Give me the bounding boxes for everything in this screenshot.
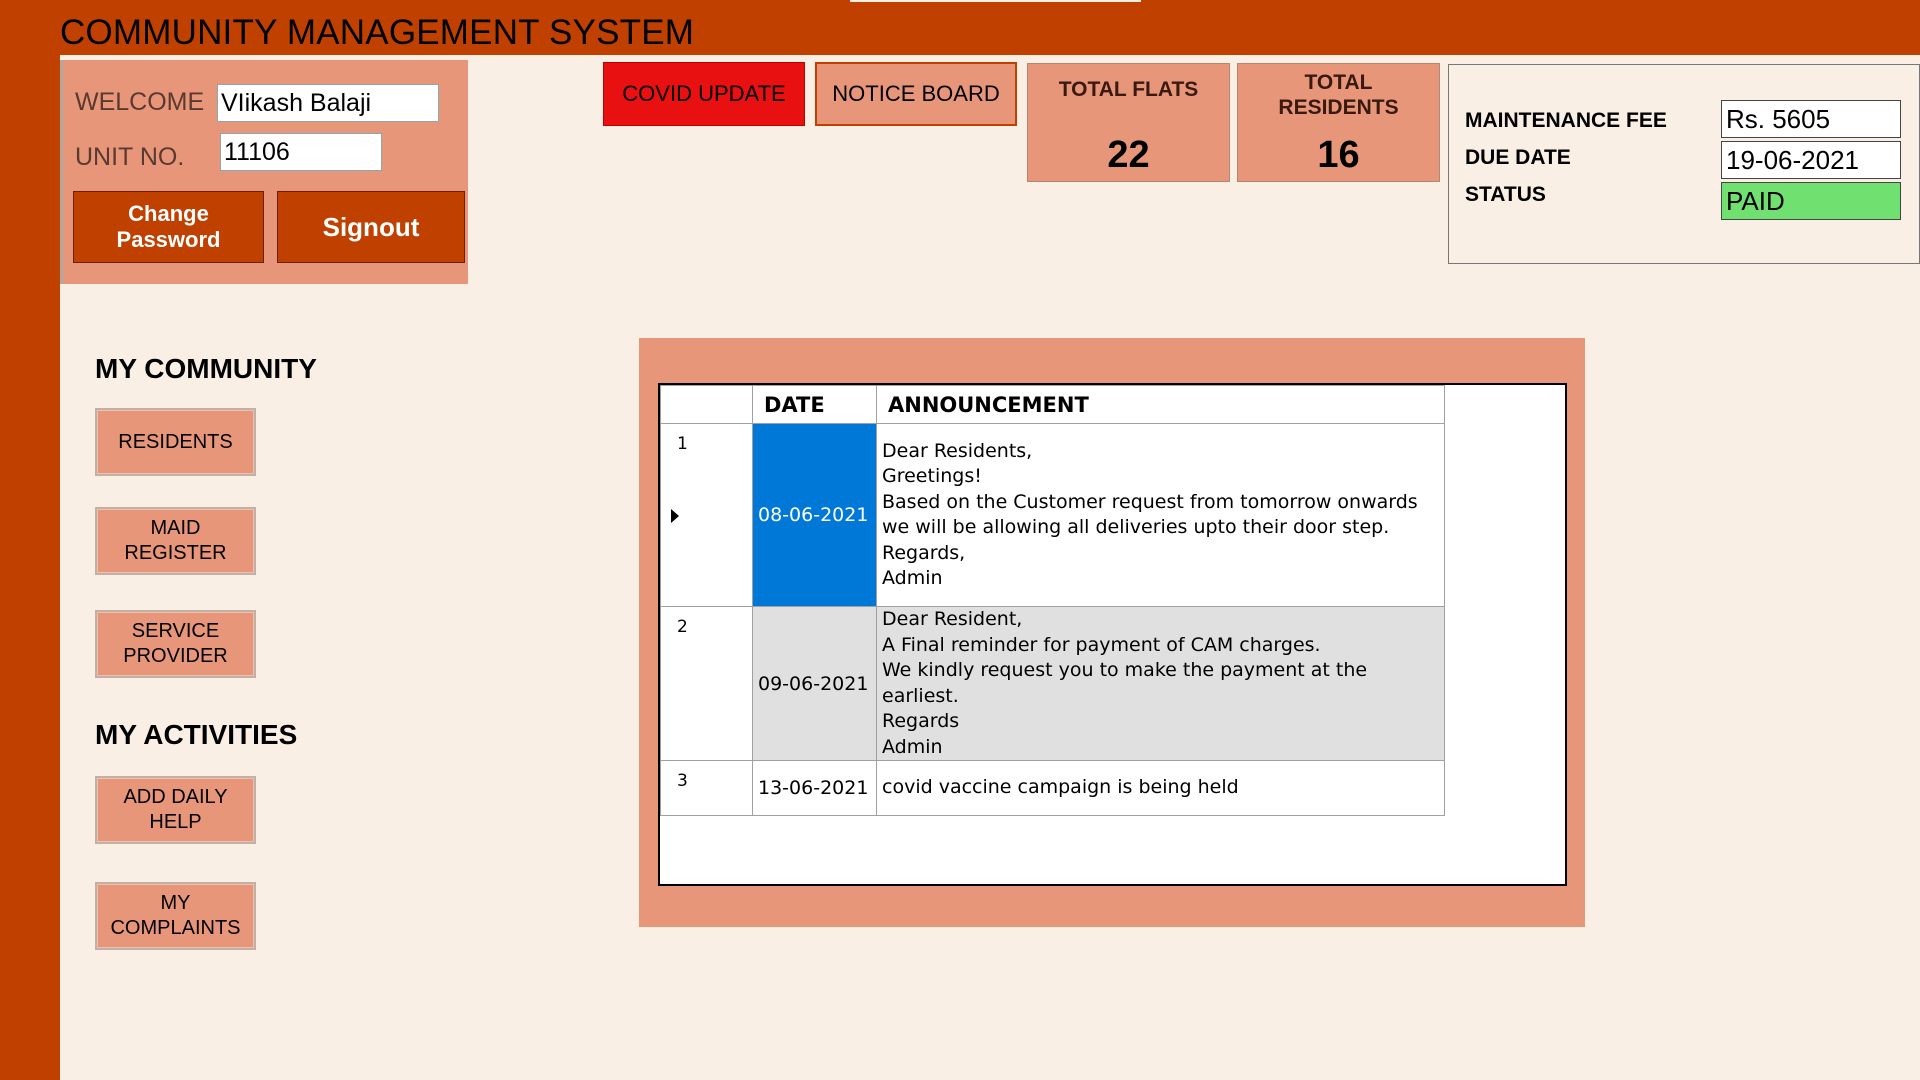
covid-update-button[interactable]: COVID UPDATE: [603, 62, 805, 126]
maintenance-fee-panel: MAINTENANCE FEE Rs. 5605 DUE DATE 19-06-…: [1448, 64, 1920, 264]
maintenance-fee-value: Rs. 5605: [1721, 100, 1901, 138]
column-header-announcement[interactable]: ANNOUNCEMENT: [876, 385, 1445, 424]
title-strip: [850, 0, 1141, 2]
date-cell[interactable]: 09-06-2021: [752, 606, 877, 761]
my-activities-heading: MY ACTIVITIES: [95, 719, 298, 750]
date-cell-selected[interactable]: 08-06-2021: [752, 423, 877, 607]
status-badge: PAID: [1721, 182, 1901, 220]
due-date-label: DUE DATE: [1465, 146, 1571, 169]
total-residents-box: TOTAL RESIDENTS 16: [1237, 63, 1440, 182]
unit-number-field[interactable]: 11106: [220, 133, 382, 171]
user-name-field[interactable]: VIikash Balaji: [217, 84, 439, 122]
announcements-grid[interactable]: DATE ANNOUNCEMENT 1 08-06-2021 Dear Resi…: [658, 383, 1567, 886]
row-header-corner: [660, 385, 753, 424]
total-residents-label: TOTAL RESIDENTS: [1278, 71, 1399, 119]
date-cell[interactable]: 13-06-2021: [752, 760, 877, 816]
current-row-arrow-icon: [671, 509, 679, 523]
due-date-value: 19-06-2021: [1721, 141, 1901, 179]
change-password-button[interactable]: Change Password: [73, 191, 264, 263]
total-flats-box: TOTAL FLATS 22: [1027, 63, 1230, 182]
announcements-table: DATE ANNOUNCEMENT 1 08-06-2021 Dear Resi…: [660, 385, 1445, 816]
main-content: WELCOME VIikash Balaji UNIT NO. 11106 Ch…: [60, 55, 1920, 1080]
maintenance-fee-label: MAINTENANCE FEE: [1465, 109, 1667, 132]
row-number[interactable]: 1: [660, 423, 753, 607]
maid-register-button[interactable]: MAID REGISTER: [95, 507, 256, 575]
announcement-cell[interactable]: Dear Residents, Greetings! Based on the …: [876, 423, 1445, 607]
title-bar: COMMUNITY MANAGEMENT SYSTEM: [0, 0, 1920, 55]
my-complaints-button[interactable]: MY COMPLAINTS: [95, 882, 256, 950]
row-number-text: 1: [677, 434, 688, 454]
total-flats-value: 22: [1107, 134, 1150, 176]
announcement-cell[interactable]: Dear Resident, A Final reminder for paym…: [876, 606, 1445, 761]
my-community-heading: MY COMMUNITY: [95, 353, 317, 384]
announcement-cell[interactable]: covid vaccine campaign is being held: [876, 760, 1445, 816]
status-label: STATUS: [1465, 183, 1546, 206]
app-title: COMMUNITY MANAGEMENT SYSTEM: [60, 13, 695, 52]
column-header-date[interactable]: DATE: [752, 385, 877, 424]
row-number[interactable]: 2: [660, 606, 753, 761]
row-number[interactable]: 3: [660, 760, 753, 816]
residents-button[interactable]: RESIDENTS: [95, 408, 256, 476]
total-flats-label: TOTAL FLATS: [1058, 78, 1199, 101]
table-row[interactable]: 2 09-06-2021 Dear Resident, A Final remi…: [660, 606, 1445, 761]
total-residents-value: 16: [1317, 134, 1360, 176]
table-header-row: DATE ANNOUNCEMENT: [660, 385, 1445, 424]
unit-label: UNIT NO.: [75, 143, 185, 171]
notice-board-panel: DATE ANNOUNCEMENT 1 08-06-2021 Dear Resi…: [639, 338, 1585, 927]
notice-board-button[interactable]: NOTICE BOARD: [815, 62, 1017, 126]
signout-button[interactable]: Signout: [277, 191, 465, 263]
welcome-label: WELCOME: [75, 88, 205, 116]
table-row[interactable]: 3 13-06-2021 covid vaccine campaign is b…: [660, 760, 1445, 816]
table-row[interactable]: 1 08-06-2021 Dear Residents, Greetings! …: [660, 423, 1445, 607]
service-provider-button[interactable]: SERVICE PROVIDER: [95, 610, 256, 678]
add-daily-help-button[interactable]: ADD DAILY HELP: [95, 776, 256, 844]
user-panel: WELCOME VIikash Balaji UNIT NO. 11106 Ch…: [60, 60, 468, 284]
